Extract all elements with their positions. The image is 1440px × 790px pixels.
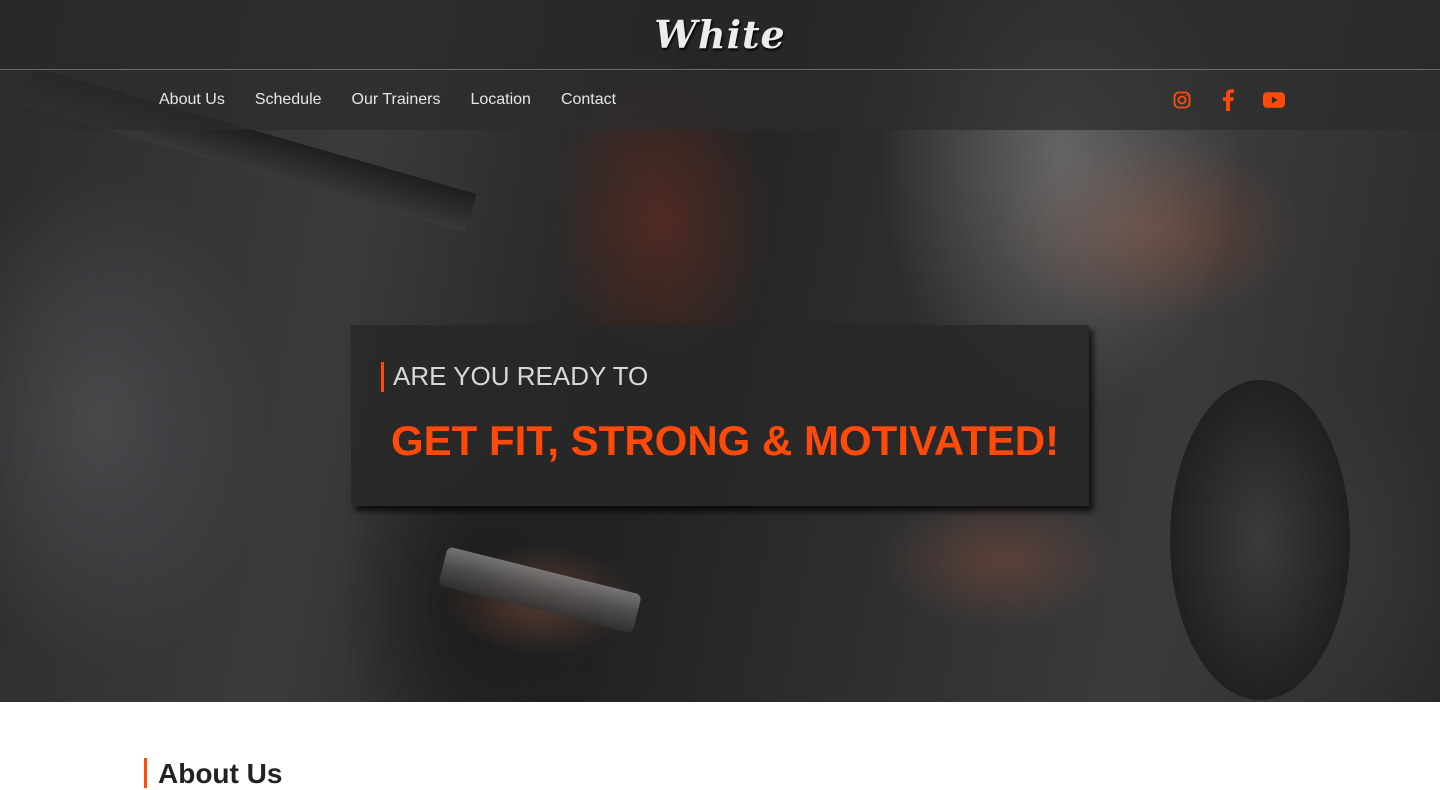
youtube-icon[interactable] <box>1262 88 1286 112</box>
nav-link-our-trainers[interactable]: Our Trainers <box>352 91 441 109</box>
hero-headline: GET FIT, STRONG & MOTIVATED! <box>391 417 1060 464</box>
hero-background-dumbbell <box>438 546 642 634</box>
nav-links: About Us Schedule Our Trainers Location … <box>159 70 616 130</box>
hero-section: White About Us Schedule Our Trainers Loc… <box>0 0 1440 702</box>
about-us-heading: About Us <box>144 758 282 789</box>
social-links <box>1170 70 1286 130</box>
hero-promo-box: ARE YOU READY TO GET FIT, STRONG & MOTIV… <box>351 325 1089 506</box>
instagram-icon[interactable] <box>1170 88 1194 112</box>
facebook-icon[interactable] <box>1216 88 1240 112</box>
header-logo-bar: White <box>0 0 1440 70</box>
nav-link-contact[interactable]: Contact <box>561 91 616 109</box>
main-navbar: About Us Schedule Our Trainers Location … <box>0 70 1440 130</box>
hero-subtitle: ARE YOU READY TO <box>393 361 649 391</box>
hero-background-plate <box>1170 380 1350 700</box>
nav-link-about-us[interactable]: About Us <box>159 91 225 109</box>
site-logo[interactable]: White <box>654 12 785 57</box>
promo-accent-bar <box>381 362 384 392</box>
nav-link-location[interactable]: Location <box>470 91 531 109</box>
nav-link-schedule[interactable]: Schedule <box>255 91 322 109</box>
